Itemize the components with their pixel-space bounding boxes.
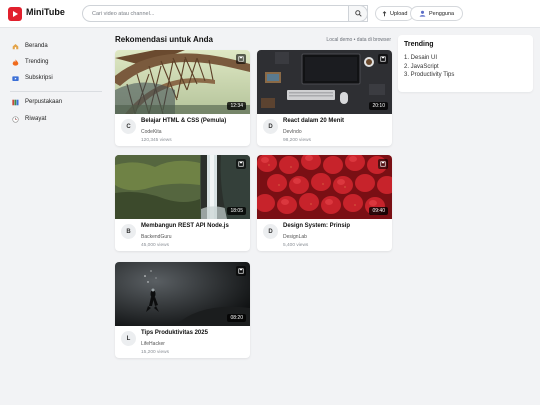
video-card[interactable]: 18:05 B Membangun REST API Node.js Backe… (115, 155, 250, 251)
channel-name[interactable]: DevIndo (283, 129, 302, 135)
channel-avatar[interactable]: D (263, 224, 278, 239)
search-icon (354, 10, 362, 17)
section-title: Rekomendasi untuk Anda (115, 35, 213, 44)
search-input[interactable] (82, 5, 368, 22)
library-icon (12, 99, 19, 106)
home-icon (12, 43, 19, 50)
save-icon[interactable] (378, 54, 388, 64)
section-note: Local demo • data di browser (326, 37, 391, 43)
video-duration: 09:40 (369, 207, 388, 215)
video-title[interactable]: Tips Produktivitas 2025 (141, 330, 208, 336)
trending-item[interactable]: 3. Productivity Tips (404, 71, 454, 80)
channel-avatar[interactable]: B (121, 224, 136, 239)
video-thumbnail[interactable]: 12:34 (115, 50, 250, 114)
search-button[interactable] (348, 5, 368, 22)
sidebar-item-perpustakaan[interactable]: Perpustakaan (12, 97, 62, 107)
user-button[interactable]: Pengguna (410, 6, 464, 21)
trending-list: 1. Desain UI 2. JavaScript 3. Productivi… (404, 54, 454, 80)
video-thumbnail[interactable]: 09:40 (257, 155, 392, 219)
upload-label: Upload (390, 10, 408, 17)
video-thumbnail[interactable]: 08:20 (115, 262, 250, 326)
user-label: Pengguna (429, 10, 455, 17)
subscriptions-icon (12, 75, 19, 82)
video-card[interactable]: 12:34 C Belajar HTML & CSS (Pemula) Code… (115, 50, 250, 146)
sidebar-item-beranda[interactable]: Beranda (12, 41, 48, 51)
sidebar-item-trending[interactable]: Trending (12, 57, 48, 67)
video-title[interactable]: Belajar HTML & CSS (Pemula) (141, 118, 226, 124)
video-card[interactable]: 08:20 L Tips Produktivitas 2025 LifeHack… (115, 262, 250, 358)
view-count: 45,000 views (141, 243, 169, 248)
video-duration: 12:34 (227, 102, 246, 110)
sidebar-divider (10, 91, 102, 92)
video-title[interactable]: Membangun REST API Node.js (141, 223, 229, 229)
view-count: 120,345 views (141, 138, 172, 143)
logo-icon[interactable] (8, 7, 22, 21)
trending-item[interactable]: 1. Desain UI (404, 54, 454, 63)
save-icon[interactable] (236, 159, 246, 169)
video-title[interactable]: React dalam 20 Menit (283, 118, 344, 124)
brand-name[interactable]: MiniTube (26, 7, 65, 17)
video-duration: 08:20 (227, 314, 246, 322)
channel-avatar[interactable]: C (121, 119, 136, 134)
channel-name[interactable]: CodeKita (141, 129, 162, 135)
upload-button[interactable]: Upload (375, 6, 415, 21)
view-count: 98,200 views (283, 138, 311, 143)
user-icon (419, 10, 426, 17)
channel-avatar[interactable]: D (263, 119, 278, 134)
sidebar-item-label: Riwayat (25, 116, 47, 122)
view-count: 15,200 views (141, 350, 169, 355)
upload-icon (382, 10, 387, 16)
top-bar: MiniTube Upload Pengguna (0, 0, 540, 28)
video-card[interactable]: 09:40 D Design System: Prinsip DesignLab… (257, 155, 392, 251)
channel-name[interactable]: DesignLab (283, 234, 307, 240)
sidebar-item-label: Trending (25, 59, 49, 65)
sidebar-item-subskripsi[interactable]: Subskripsi (12, 73, 53, 83)
save-icon[interactable] (378, 159, 388, 169)
channel-name[interactable]: LifeHacker (141, 341, 165, 347)
view-count: 5,400 views (283, 243, 309, 248)
trending-panel: Trending 1. Desain UI 2. JavaScript 3. P… (398, 35, 533, 92)
video-card[interactable]: 20:10 D React dalam 20 Menit DevIndo 98,… (257, 50, 392, 146)
history-icon (12, 115, 19, 123)
trending-title: Trending (404, 41, 434, 48)
sidebar-item-label: Beranda (25, 43, 48, 49)
save-icon[interactable] (236, 266, 246, 276)
video-duration: 18:05 (227, 207, 246, 215)
fire-icon (12, 58, 19, 66)
video-thumbnail[interactable]: 20:10 (257, 50, 392, 114)
video-title[interactable]: Design System: Prinsip (283, 223, 350, 229)
video-thumbnail[interactable]: 18:05 (115, 155, 250, 219)
sidebar-item-riwayat[interactable]: Riwayat (12, 114, 46, 124)
sidebar-item-label: Perpustakaan (25, 99, 63, 105)
video-duration: 20:10 (369, 102, 388, 110)
channel-avatar[interactable]: L (121, 331, 136, 346)
channel-name[interactable]: BackendGuru (141, 234, 172, 240)
save-icon[interactable] (236, 54, 246, 64)
trending-item[interactable]: 2. JavaScript (404, 63, 454, 72)
sidebar-item-label: Subskripsi (25, 75, 53, 81)
